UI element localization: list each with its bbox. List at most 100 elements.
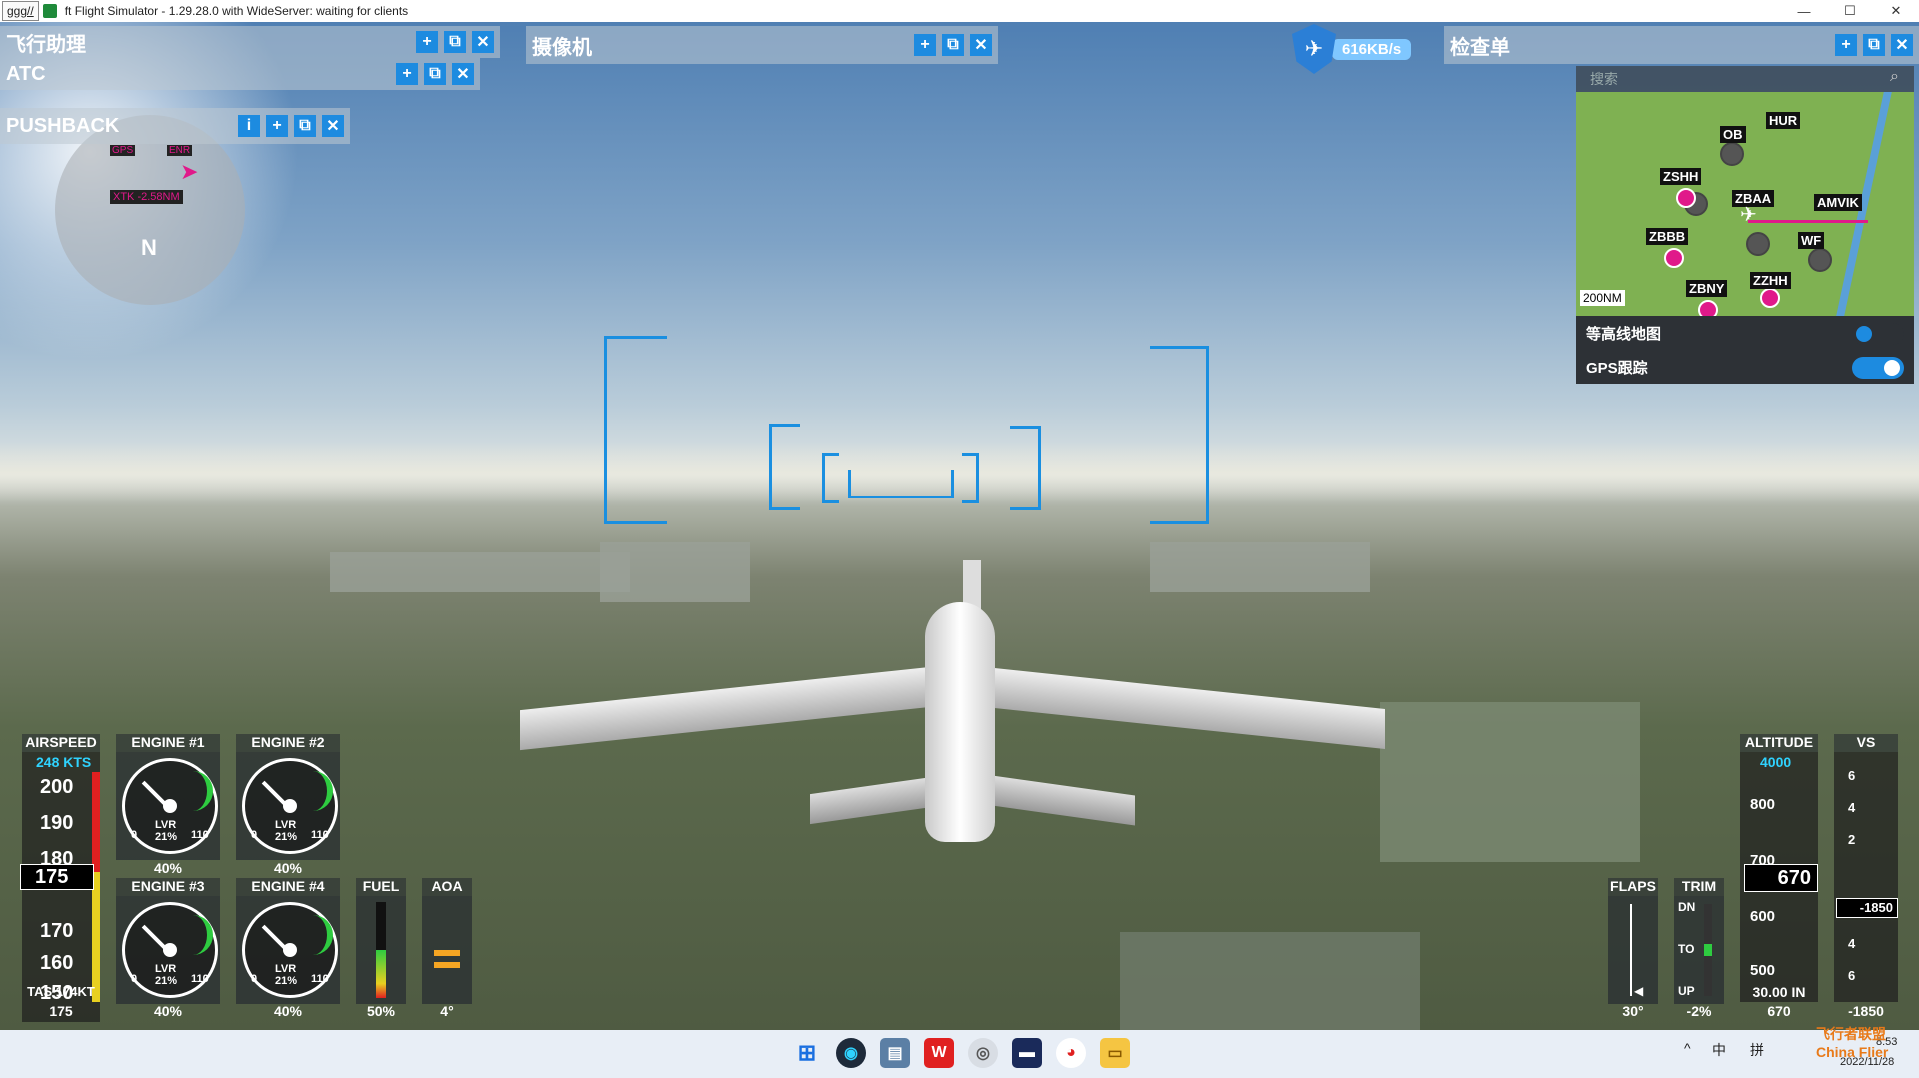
- checklist-popout-button[interactable]: ⧉: [1863, 34, 1885, 56]
- checklist-add-button[interactable]: +: [1835, 34, 1857, 56]
- engine-2-title: ENGINE #2: [236, 734, 340, 752]
- vs-title: VS: [1834, 734, 1898, 752]
- contour-map-label: 等高线地图: [1586, 325, 1662, 343]
- aoa-gauge: [422, 896, 472, 1004]
- maximize-button[interactable]: ☐: [1827, 0, 1873, 22]
- airport-marker: [1808, 248, 1832, 272]
- address-tab[interactable]: ggg//: [2, 1, 39, 21]
- contour-map-toggle-row[interactable]: 等高线地图: [1576, 316, 1914, 350]
- checklist-close-button[interactable]: ✕: [1891, 34, 1913, 56]
- engine-4-gauge: LVR 21% 0 110: [236, 896, 340, 1004]
- camera-title: 摄像机: [532, 36, 592, 59]
- photo-app-icon[interactable]: ▤: [880, 1038, 910, 1068]
- roof-structure: [1120, 932, 1420, 1030]
- start-menu-icon[interactable]: ⊞: [792, 1038, 822, 1068]
- engine-4-min: 0: [251, 973, 258, 985]
- contour-map-switch[interactable]: [1852, 323, 1904, 345]
- airspeed-title: AIRSPEED: [22, 734, 100, 752]
- camera-popout-button[interactable]: ⧉: [942, 34, 964, 56]
- atc-popout-button[interactable]: ⧉: [424, 63, 446, 85]
- vfr-map[interactable]: OB HUR ZSHH ZBAA AMVIK ZBBB WF ZZHH ZBNY…: [1576, 92, 1914, 316]
- watermark-logo: 飞行者联盟 China Flier: [1816, 1026, 1889, 1060]
- airspeed-tick: 160: [40, 952, 74, 974]
- engine-1-lvr: LVR: [155, 819, 177, 831]
- globe-app-icon[interactable]: ◎: [968, 1038, 998, 1068]
- true-airspeed: TAS 174KT: [27, 984, 95, 999]
- baro-setting: 30.00 IN: [1752, 984, 1806, 1000]
- vor-marker: [1676, 188, 1696, 208]
- engine-2-min: 0: [251, 829, 258, 841]
- trim-value: -2%: [1686, 1003, 1712, 1019]
- aoa-indicator-bar: [434, 950, 460, 956]
- flaps-scale: [1630, 904, 1632, 996]
- pushback-panel: PUSHBACK i + ⧉ ✕: [0, 108, 350, 144]
- file-explorer-icon[interactable]: ▭: [1100, 1038, 1130, 1068]
- enr-label: ENR: [167, 145, 193, 156]
- focus-bracket-inner-right: [962, 453, 979, 503]
- ime-mode[interactable]: 中: [1712, 1040, 1726, 1060]
- atc-close-button[interactable]: ✕: [452, 63, 474, 85]
- focus-reticle-center: [848, 470, 954, 498]
- pushback-popout-button[interactable]: ⧉: [294, 115, 316, 137]
- pushback-add-button[interactable]: +: [266, 115, 288, 137]
- pushback-title: PUSHBACK: [6, 114, 120, 137]
- tray-chevron-icon[interactable]: ^: [1684, 1040, 1691, 1056]
- atc-title: ATC: [6, 62, 46, 85]
- course-arrow-icon: ➤: [180, 159, 199, 184]
- focus-bracket-mid-left: [769, 424, 800, 510]
- airspeed-tick: 170: [40, 920, 74, 942]
- wps-office-icon[interactable]: W: [924, 1038, 954, 1068]
- flight-simulator-icon[interactable]: ▬: [1012, 1038, 1042, 1068]
- map-label: ZZHH: [1750, 272, 1791, 289]
- map-search-input[interactable]: 搜索: [1576, 66, 1914, 92]
- engine-3-gauge: LVR 21% 0 110: [116, 896, 220, 1004]
- flight-assist-add-button[interactable]: +: [416, 31, 438, 53]
- window-title: ft Flight Simulator - 1.29.28.0 with Wid…: [64, 4, 409, 18]
- map-label: ZSHH: [1660, 168, 1702, 185]
- checklist-panel: 检查单 + ⧉ ✕: [1444, 26, 1919, 64]
- atc-panel: ATC + ⧉ ✕: [0, 58, 480, 90]
- altitude-footer: 670: [1767, 1003, 1791, 1019]
- engine-4-pct: 21%: [275, 975, 298, 987]
- engine-2-pct: 21%: [275, 831, 298, 843]
- checklist-title: 检查单: [1450, 36, 1510, 59]
- engine-2-value: 40%: [273, 860, 303, 876]
- atc-add-button[interactable]: +: [396, 63, 418, 85]
- altitude-tick: 600: [1750, 908, 1776, 925]
- camera-add-button[interactable]: +: [914, 34, 936, 56]
- engine-1-gauge: LVR 21% 0 110: [116, 752, 220, 860]
- aoa-indicator-bar: [434, 962, 460, 968]
- flight-plan-line: [1748, 220, 1868, 223]
- engine-4-lvr: LVR: [275, 963, 297, 975]
- selected-airspeed: 248 KTS: [36, 754, 92, 770]
- flight-assist-close-button[interactable]: ✕: [472, 31, 494, 53]
- pushback-info-button[interactable]: i: [238, 115, 260, 137]
- vor-marker: [1698, 300, 1718, 316]
- flight-assist-popout-button[interactable]: ⧉: [444, 31, 466, 53]
- trim-to-label: TO: [1678, 942, 1695, 956]
- trim-dn-label: DN: [1678, 900, 1696, 914]
- pushback-close-button[interactable]: ✕: [322, 115, 344, 137]
- search-icon[interactable]: ⌕: [1890, 68, 1899, 86]
- compass-north-label: N: [141, 235, 157, 260]
- map-scale: 200NM: [1580, 290, 1625, 306]
- minimize-button[interactable]: —: [1781, 0, 1827, 22]
- flight-assist-title: 飞行助理: [6, 33, 86, 56]
- trim-gauge: DN TO UP: [1674, 896, 1724, 1004]
- trim-title: TRIM: [1674, 878, 1724, 896]
- engine-3-min: 0: [131, 973, 138, 985]
- engine-4-title: ENGINE #4: [236, 878, 340, 896]
- flight-assist-panel: 飞行助理 + ⧉ ✕: [0, 26, 500, 58]
- camera-close-button[interactable]: ✕: [970, 34, 992, 56]
- chrome-icon[interactable]: ◕: [1056, 1038, 1086, 1068]
- app-circle-icon[interactable]: ◉: [836, 1038, 866, 1068]
- flaps-gauge: ◀: [1608, 896, 1658, 1004]
- ime-layout[interactable]: 拼: [1750, 1040, 1764, 1060]
- close-window-button[interactable]: ✕: [1873, 0, 1919, 22]
- engine-1-max: 110: [191, 829, 209, 841]
- gps-tracking-switch[interactable]: [1852, 357, 1904, 379]
- gps-tracking-toggle-row[interactable]: GPS跟踪: [1576, 350, 1914, 384]
- map-label: WF: [1798, 232, 1825, 249]
- vs-footer: -1850: [1848, 1003, 1884, 1019]
- engine-2-lvr: LVR: [275, 819, 297, 831]
